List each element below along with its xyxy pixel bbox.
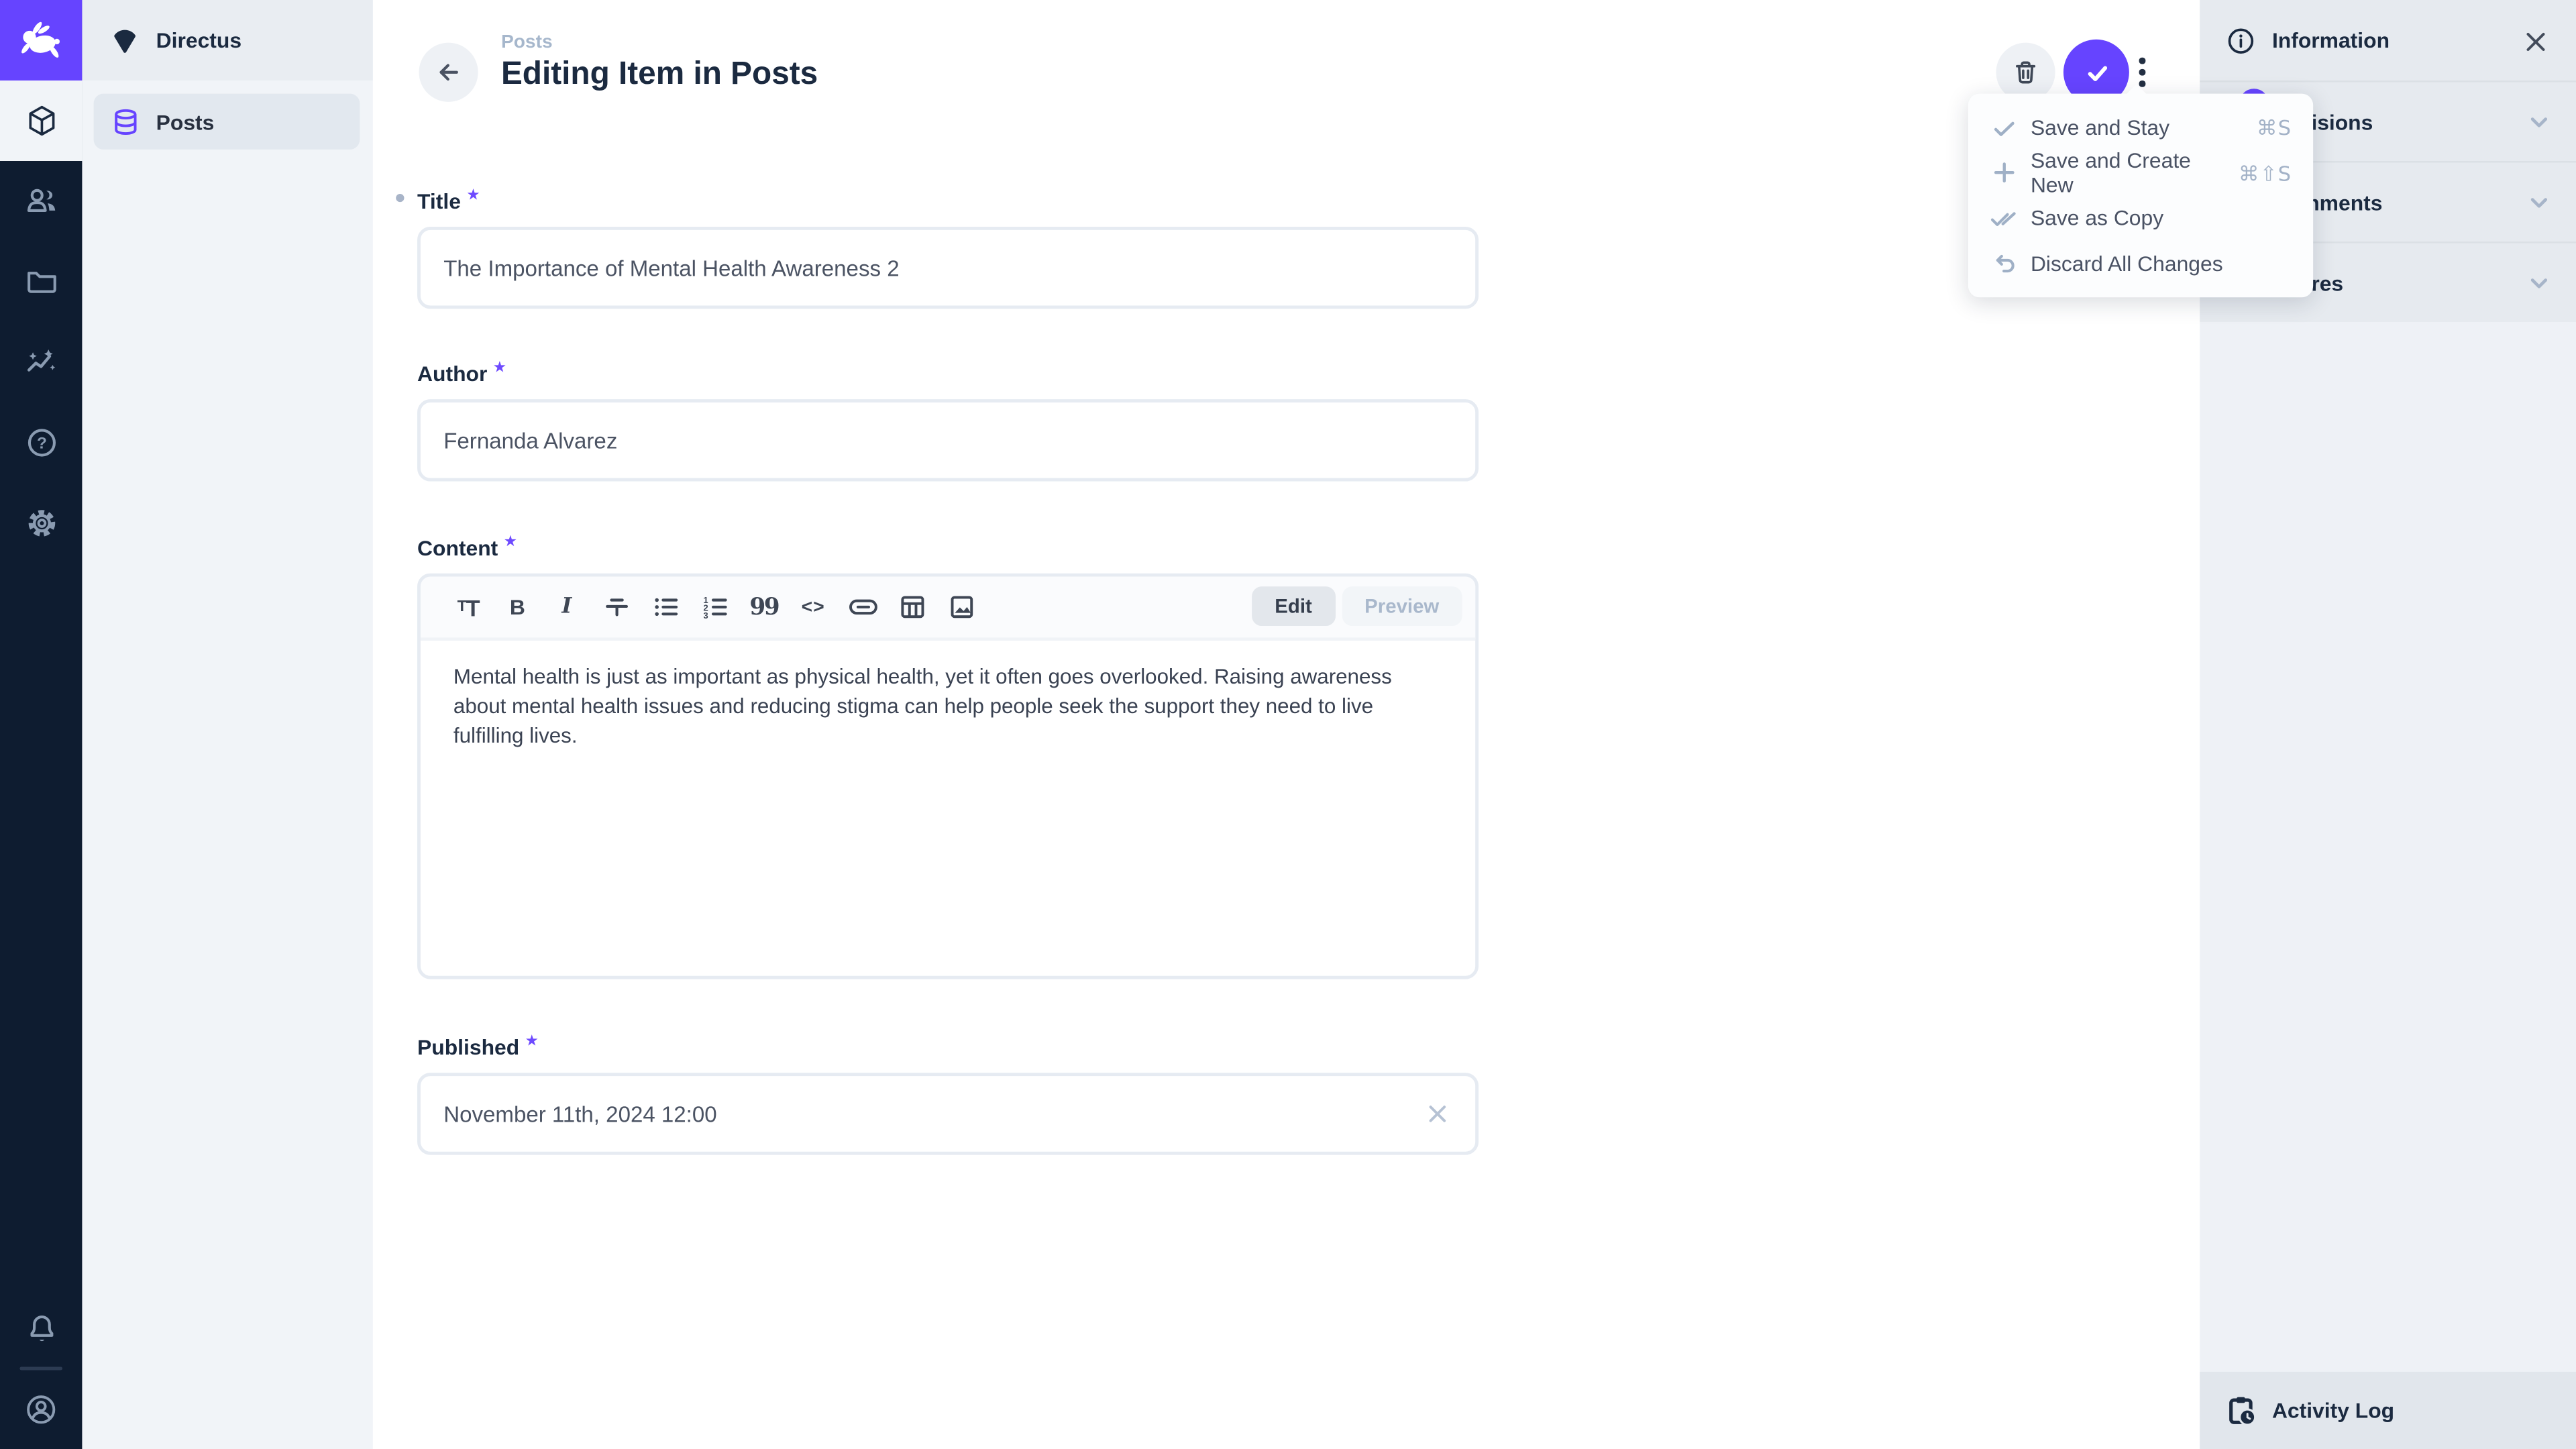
title-input[interactable]: The Importance of Mental Health Awarenes…: [417, 227, 1479, 309]
user-avatar-button[interactable]: [0, 1368, 82, 1449]
project-header[interactable]: Directus: [82, 0, 372, 80]
menu-item-save-as-copy[interactable]: Save as Copy: [1968, 195, 2313, 240]
menu-item-save-and-stay[interactable]: Save and Stay ⌘S: [1968, 105, 2313, 150]
sidebar-header: Information: [2200, 0, 2576, 80]
close-icon: [1426, 1102, 1449, 1125]
required-star-icon: ★: [504, 534, 517, 549]
activity-log-icon: [2226, 1395, 2257, 1426]
project-status-icon: [110, 25, 140, 55]
double-check-icon: [1990, 204, 2018, 232]
author-input[interactable]: Fernanda Alvarez: [417, 399, 1479, 481]
plus-icon: [1990, 159, 2018, 187]
shortcut-hint: ⌘S: [2257, 115, 2292, 140]
folder-icon: [24, 264, 58, 299]
module-files[interactable]: [0, 241, 82, 322]
gear-icon: [24, 506, 58, 540]
title-edited-indicator: [396, 194, 404, 202]
required-star-icon: ★: [526, 1033, 538, 1048]
database-icon: [112, 107, 140, 136]
numbered-list-icon[interactable]: 1 2 3: [690, 586, 739, 629]
editor-toolbar: TT B I 1: [421, 577, 1475, 641]
main-content: Posts Editing Item in Posts Title★ The I…: [373, 0, 2200, 1449]
module-bar: ?: [0, 0, 82, 1449]
info-icon: [2226, 26, 2255, 56]
activity-log-label: Activity Log: [2272, 1398, 2394, 1423]
help-icon: ?: [24, 425, 58, 460]
module-content[interactable]: [0, 80, 82, 161]
italic-icon[interactable]: I: [542, 586, 591, 629]
editor-tabs: Edit Preview: [1252, 586, 1462, 626]
menu-item-save-and-create-new[interactable]: Save and Create New ⌘⇧S: [1968, 150, 2313, 195]
module-settings[interactable]: [0, 483, 82, 564]
users-icon: [24, 184, 58, 218]
kebab-dot: [2139, 58, 2145, 64]
kebab-dot: [2139, 69, 2145, 75]
content-text-line: fulfilling lives.: [453, 722, 1442, 752]
tab-edit[interactable]: Edit: [1252, 586, 1335, 626]
breadcrumb: Posts: [501, 33, 553, 52]
module-users[interactable]: [0, 161, 82, 241]
table-icon[interactable]: [887, 586, 936, 629]
nav-item-posts[interactable]: Posts: [94, 94, 360, 150]
save-options-menu: Save and Stay ⌘S Save and Create New ⌘⇧S…: [1968, 94, 2313, 298]
bulleted-list-icon[interactable]: [641, 586, 690, 629]
activity-log-button[interactable]: Activity Log: [2200, 1372, 2576, 1449]
sidebar-title: Information: [2272, 28, 2390, 53]
cube-icon: [24, 103, 58, 138]
avatar-icon: [23, 1391, 59, 1427]
directus-app: ?: [0, 0, 2576, 1449]
title-value: The Importance of Mental Health Awarenes…: [443, 256, 899, 280]
author-label: Author★: [417, 360, 506, 386]
bold-icon[interactable]: B: [493, 586, 542, 629]
shortcut-hint: ⌘⇧S: [2239, 160, 2292, 185]
notifications-button[interactable]: [0, 1288, 82, 1368]
published-label: Published★: [417, 1033, 538, 1059]
nav-item-label: Posts: [156, 109, 215, 134]
rabbit-logo-icon: [16, 16, 65, 65]
chevron-down-icon: [2527, 191, 2552, 215]
required-star-icon: ★: [468, 187, 480, 202]
blockquote-icon[interactable]: 99: [739, 586, 788, 629]
back-button[interactable]: [419, 43, 478, 102]
clear-date-button[interactable]: [1423, 1099, 1452, 1128]
title-label: Title★: [417, 187, 479, 213]
content-text-line: about mental health issues and reducing …: [453, 692, 1442, 722]
svg-text:3: 3: [702, 610, 707, 621]
published-input[interactable]: November 11th, 2024 12:00: [417, 1073, 1479, 1155]
directus-logo[interactable]: [0, 0, 82, 82]
module-insights[interactable]: [0, 322, 82, 402]
trash-icon: [2011, 58, 2041, 87]
code-icon[interactable]: <>: [789, 586, 838, 629]
tab-preview[interactable]: Preview: [1342, 586, 1462, 626]
link-icon[interactable]: [838, 586, 887, 629]
insights-icon: [24, 345, 58, 379]
navigation-sidebar: Directus Posts: [82, 0, 372, 1449]
sidebar-close-button[interactable]: [2518, 25, 2551, 58]
check-icon: [1990, 114, 2018, 142]
svg-text:?: ?: [36, 435, 46, 453]
undo-icon: [1990, 250, 2018, 278]
content-text-line: Mental health is just as important as ph…: [453, 662, 1442, 692]
published-value: November 11th, 2024 12:00: [443, 1102, 716, 1126]
close-icon: [2522, 29, 2547, 54]
heading-icon[interactable]: TT: [443, 586, 492, 629]
author-value: Fernanda Alvarez: [443, 428, 617, 453]
chevron-down-icon: [2527, 271, 2552, 296]
chevron-down-icon: [2527, 110, 2552, 135]
kebab-dot: [2139, 80, 2145, 87]
strikethrough-icon[interactable]: [592, 586, 641, 629]
menu-item-discard-all-changes[interactable]: Discard All Changes: [1968, 241, 2313, 286]
bell-icon: [24, 1311, 58, 1345]
page-title: Editing Item in Posts: [501, 56, 818, 93]
content-textarea[interactable]: Mental health is just as important as ph…: [421, 641, 1475, 976]
arrow-left-icon: [434, 58, 464, 87]
content-label: Content★: [417, 534, 517, 560]
required-star-icon: ★: [494, 360, 506, 374]
check-icon: [2081, 56, 2112, 88]
project-name: Directus: [156, 28, 241, 53]
image-icon[interactable]: [936, 586, 985, 629]
content-editor: TT B I 1: [417, 574, 1479, 979]
module-help[interactable]: ?: [0, 402, 82, 483]
